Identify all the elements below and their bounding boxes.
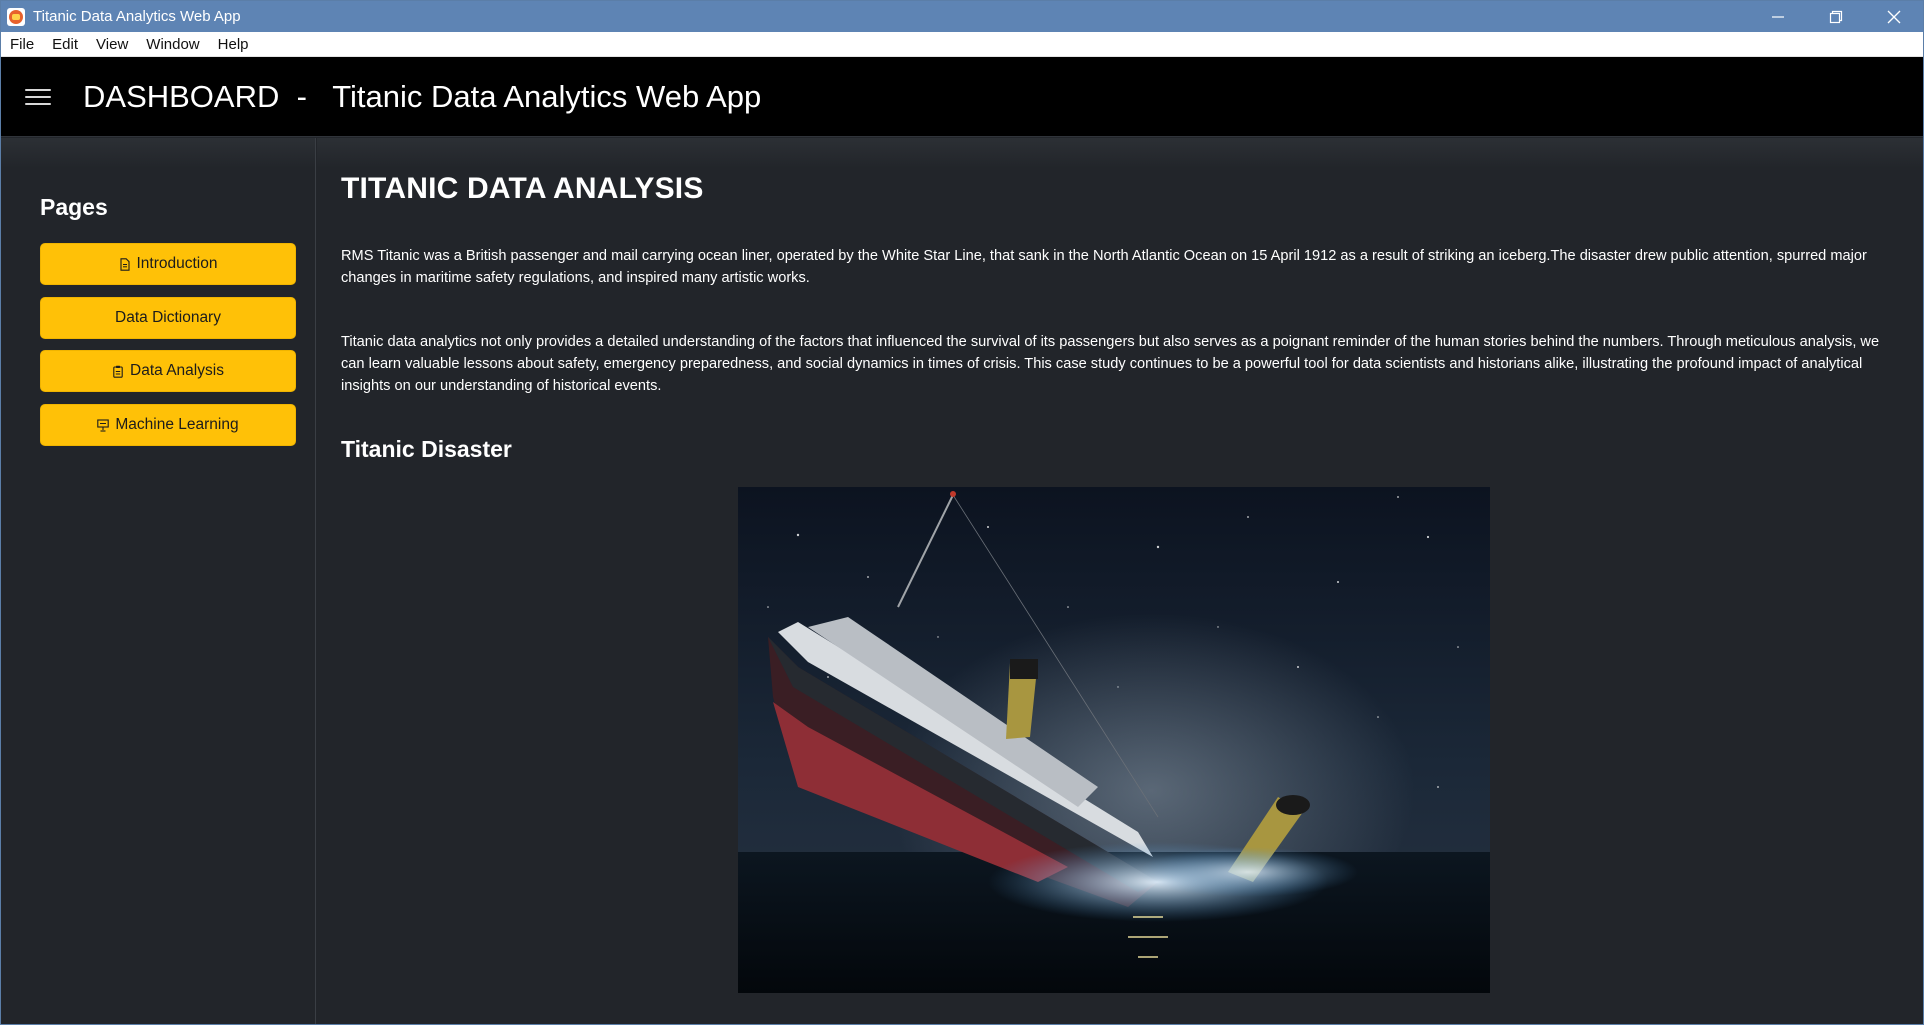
- sidebar-item-label: Introduction: [136, 255, 218, 272]
- window-controls: [1749, 1, 1923, 32]
- app-icon: [7, 7, 25, 26]
- sidebar-item-data-analysis[interactable]: Data Analysis: [40, 350, 296, 392]
- header-title: DASHBOARD - Titanic Data Analytics Web A…: [83, 78, 762, 114]
- close-icon: [1887, 10, 1901, 23]
- sidebar-item-data-dictionary[interactable]: Data Dictionary: [40, 297, 296, 339]
- menu-file[interactable]: File: [1, 32, 43, 56]
- restore-icon: [1829, 10, 1843, 23]
- menu-view[interactable]: View: [87, 32, 137, 56]
- sidebar: Pages Introduction Data Dictionary Data …: [1, 138, 316, 1024]
- sidebar-item-label: Machine Learning: [115, 416, 239, 433]
- titanic-sinking-image: [738, 487, 1490, 993]
- window-title: Titanic Data Analytics Web App: [33, 8, 241, 25]
- hamburger-menu-icon[interactable]: [25, 86, 51, 108]
- title-bar: Titanic Data Analytics Web App: [1, 1, 1923, 32]
- main-content: TITANIC DATA ANALYSIS RMS Titanic was a …: [317, 138, 1923, 1024]
- minimize-button[interactable]: [1749, 1, 1807, 32]
- sidebar-item-label: Data Dictionary: [115, 309, 221, 326]
- analytics-paragraph: Titanic data analytics not only provides…: [341, 334, 1880, 394]
- sidebar-item-introduction[interactable]: Introduction: [40, 243, 296, 285]
- menu-help[interactable]: Help: [209, 32, 258, 56]
- sidebar-title: Pages: [40, 194, 108, 220]
- minimize-icon: [1772, 15, 1784, 18]
- intro-paragraph: RMS Titanic was a British passenger and …: [341, 248, 1867, 286]
- section-title: Titanic Disaster: [341, 436, 512, 462]
- sidebar-item-machine-learning[interactable]: Machine Learning: [40, 404, 296, 446]
- clipboard-icon: [113, 365, 123, 378]
- sidebar-item-label: Data Analysis: [130, 362, 224, 379]
- app-header: DASHBOARD - Titanic Data Analytics Web A…: [1, 57, 1923, 137]
- menu-edit[interactable]: Edit: [43, 32, 87, 56]
- app-window: Titanic Data Analytics Web App File Edit…: [0, 0, 1924, 1025]
- page-title: TITANIC DATA ANALYSIS: [341, 172, 704, 205]
- restore-button[interactable]: [1807, 1, 1865, 32]
- menu-bar: File Edit View Window Help: [1, 32, 1923, 57]
- presentation-icon: [97, 418, 110, 432]
- close-button[interactable]: [1865, 1, 1923, 32]
- menu-window[interactable]: Window: [137, 32, 208, 56]
- document-icon: [119, 257, 130, 271]
